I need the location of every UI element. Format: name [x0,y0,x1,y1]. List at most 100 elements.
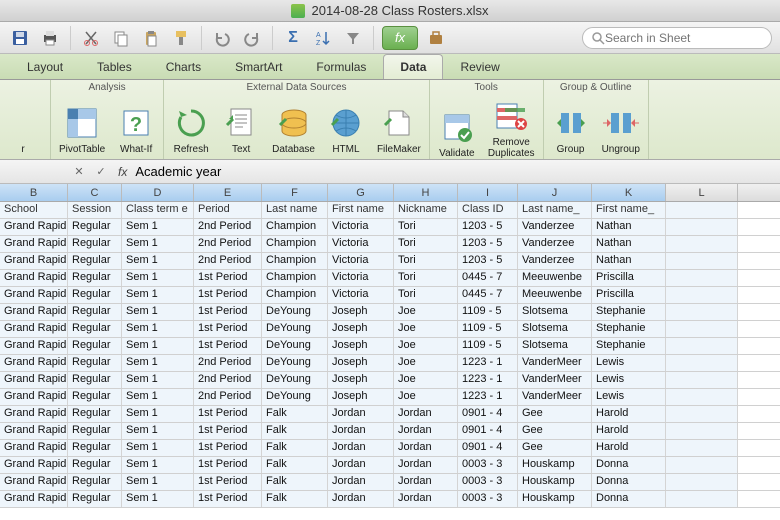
cell[interactable]: Regular [68,236,122,252]
cell[interactable]: 1st Period [194,406,262,422]
cell[interactable]: 1st Period [194,491,262,507]
cell[interactable] [666,219,738,235]
ribbon-group-button[interactable]: Group [548,102,594,157]
cell[interactable]: 1st Period [194,321,262,337]
cell[interactable]: Sem 1 [122,406,194,422]
copy-icon[interactable] [109,26,133,50]
cell[interactable]: Sem 1 [122,270,194,286]
cell[interactable]: 1203 - 5 [458,253,518,269]
cell[interactable]: DeYoung [262,389,328,405]
cell[interactable] [666,304,738,320]
cell[interactable]: Houskamp [518,457,592,473]
cell[interactable]: Tori [394,287,458,303]
cell[interactable]: Sem 1 [122,423,194,439]
redo-icon[interactable] [240,26,264,50]
header-cell[interactable]: Last name [262,202,328,218]
ribbon-ungroup-button[interactable]: Ungroup [598,102,644,157]
cell[interactable]: Champion [262,219,328,235]
cell[interactable]: Regular [68,474,122,490]
cut-icon[interactable] [79,26,103,50]
cell[interactable]: Vanderzee [518,236,592,252]
header-cell[interactable]: First name [328,202,394,218]
cell[interactable]: Grand Rapid [0,389,68,405]
cell[interactable]: 1st Period [194,338,262,354]
column-header-G[interactable]: G [328,184,394,201]
cell[interactable]: Joe [394,304,458,320]
cell[interactable] [666,474,738,490]
cell[interactable]: Regular [68,338,122,354]
cell[interactable]: 1st Period [194,270,262,286]
column-header-L[interactable]: L [666,184,738,201]
cell[interactable]: Jordan [394,491,458,507]
cell[interactable]: Sem 1 [122,491,194,507]
cell[interactable]: Regular [68,423,122,439]
cell[interactable]: Joe [394,338,458,354]
cell[interactable]: Jordan [328,440,394,456]
ribbon-pivottable-button[interactable]: PivotTable [55,102,109,157]
cell[interactable] [666,389,738,405]
cell[interactable]: Joseph [328,372,394,388]
cancel-formula-icon[interactable]: ✕ [70,163,88,181]
cell[interactable]: Regular [68,457,122,473]
ribbon-filemaker-button[interactable]: FileMaker [373,102,425,157]
cell[interactable]: Regular [68,253,122,269]
cell[interactable]: VanderMeer [518,355,592,371]
cell[interactable]: Champion [262,253,328,269]
cell[interactable]: 0003 - 3 [458,491,518,507]
cell[interactable]: Victoria [328,287,394,303]
cell[interactable]: Meeuwenbe [518,270,592,286]
column-header-J[interactable]: J [518,184,592,201]
header-cell[interactable]: Period [194,202,262,218]
header-cell[interactable]: Last name_ [518,202,592,218]
cell[interactable]: Regular [68,372,122,388]
cell[interactable] [666,338,738,354]
ribbon-text-button[interactable]: Text [218,102,264,157]
cell[interactable]: Regular [68,304,122,320]
cell[interactable]: 1109 - 5 [458,338,518,354]
cell[interactable]: Falk [262,406,328,422]
cell[interactable]: Grand Rapid [0,491,68,507]
cell[interactable]: 0003 - 3 [458,457,518,473]
cell[interactable]: Grand Rapid [0,440,68,456]
cell[interactable]: 2nd Period [194,389,262,405]
cell[interactable]: Slotsema [518,321,592,337]
column-header-E[interactable]: E [194,184,262,201]
cell[interactable]: Regular [68,270,122,286]
ribbon-validate-button[interactable]: Validate [434,106,480,161]
cell[interactable]: 2nd Period [194,355,262,371]
cell[interactable]: Gee [518,423,592,439]
cell[interactable]: Grand Rapid [0,219,68,235]
formula-value[interactable]: Academic year [135,164,221,179]
cell[interactable]: 2nd Period [194,236,262,252]
header-cell[interactable]: Session [68,202,122,218]
cell[interactable]: Sem 1 [122,355,194,371]
column-header-I[interactable]: I [458,184,518,201]
cell[interactable]: Sem 1 [122,304,194,320]
fx-button[interactable]: fx [382,26,418,50]
cell[interactable]: Slotsema [518,304,592,320]
cell[interactable]: Grand Rapid [0,474,68,490]
cell[interactable]: 1203 - 5 [458,236,518,252]
cell[interactable]: Sem 1 [122,338,194,354]
cell[interactable]: Falk [262,423,328,439]
cell[interactable] [666,321,738,337]
cell[interactable]: Houskamp [518,474,592,490]
cell[interactable]: Regular [68,440,122,456]
print-icon[interactable] [38,26,62,50]
cell[interactable]: Jordan [394,423,458,439]
cell[interactable]: Regular [68,355,122,371]
tab-formulas[interactable]: Formulas [299,54,383,79]
cell[interactable]: Sem 1 [122,253,194,269]
cell[interactable]: 1109 - 5 [458,321,518,337]
cell[interactable] [666,372,738,388]
cell[interactable]: 0901 - 4 [458,440,518,456]
ribbon-removedup-button[interactable]: Remove Duplicates [484,95,539,161]
paste-icon[interactable] [139,26,163,50]
cell[interactable] [666,491,738,507]
cell[interactable]: DeYoung [262,355,328,371]
cell[interactable]: Sem 1 [122,389,194,405]
cell[interactable]: Sem 1 [122,372,194,388]
cell[interactable]: Lewis [592,355,666,371]
cell[interactable] [666,406,738,422]
cell[interactable]: 0003 - 3 [458,474,518,490]
